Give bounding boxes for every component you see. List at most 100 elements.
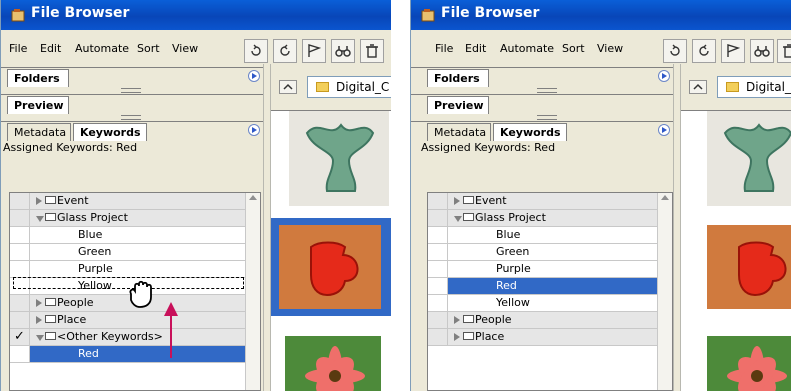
keywords-menu-icon[interactable] [658, 124, 670, 136]
flag-button[interactable] [302, 39, 326, 63]
thumbnail-green-vase[interactable] [707, 111, 791, 206]
keyword-row[interactable]: Green [10, 244, 246, 261]
keyword-row[interactable]: Yellow [428, 295, 664, 312]
keyword-set-row[interactable]: Event [428, 193, 664, 210]
keyword-checkbox[interactable] [10, 244, 30, 260]
collapsed-triangle-icon[interactable] [454, 316, 460, 324]
pane-resize-grip[interactable] [537, 88, 557, 93]
menu-sort[interactable]: Sort [562, 42, 585, 55]
vertical-splitter[interactable] [673, 64, 681, 391]
folders-menu-icon[interactable] [658, 70, 670, 82]
tab-metadata[interactable]: Metadata [427, 123, 491, 141]
expanded-triangle-icon[interactable] [36, 216, 44, 222]
keyword-set-row[interactable]: ✓ <Other Keywords> [10, 329, 246, 346]
search-button[interactable] [750, 39, 774, 63]
rotate-ccw-button[interactable] [663, 39, 687, 63]
thumbnail-flower[interactable] [707, 336, 791, 391]
menu-automate[interactable]: Automate [500, 42, 554, 55]
keyword-checkbox[interactable] [10, 210, 30, 226]
scroll-up-icon[interactable] [661, 195, 669, 200]
path-dropdown[interactable]: Digital_ [717, 76, 791, 98]
tab-keywords[interactable]: Keywords [73, 123, 147, 141]
folder-up-button[interactable] [689, 80, 707, 94]
rotate-cw-button[interactable] [273, 39, 297, 63]
search-button[interactable] [331, 39, 355, 63]
menu-view[interactable]: View [172, 42, 198, 55]
keyword-set-row[interactable]: Glass Project [10, 210, 246, 227]
thumbnail-red-pitcher[interactable] [279, 225, 381, 309]
pane-resize-grip[interactable] [121, 88, 141, 93]
flag-button[interactable] [721, 39, 745, 63]
thumbnail-green-vase[interactable] [289, 111, 389, 206]
keyword-checkbox[interactable]: ✓ [10, 346, 30, 362]
menu-automate[interactable]: Automate [75, 42, 129, 55]
delete-button[interactable] [777, 39, 791, 63]
keyword-checkbox[interactable] [428, 210, 448, 226]
thumbnail-red-pitcher[interactable] [707, 225, 791, 309]
menu-view[interactable]: View [597, 42, 623, 55]
menu-edit[interactable]: Edit [40, 42, 61, 55]
keyword-set-row[interactable]: Place [10, 312, 246, 329]
collapsed-triangle-icon[interactable] [36, 316, 42, 324]
expanded-triangle-icon[interactable] [454, 216, 462, 222]
keyword-checkbox[interactable] [428, 329, 448, 345]
pane-resize-grip[interactable] [537, 115, 557, 120]
scrollbar[interactable] [245, 193, 260, 390]
keyword-set-row[interactable]: Glass Project [428, 210, 664, 227]
menu-file[interactable]: File [9, 42, 27, 55]
binoculars-icon [335, 46, 351, 57]
keyword-checkbox[interactable] [428, 227, 448, 243]
keyword-row[interactable]: Purple [10, 261, 246, 278]
delete-button[interactable] [360, 39, 384, 63]
folders-menu-icon[interactable] [248, 70, 260, 82]
keyword-checkbox[interactable] [10, 227, 30, 243]
keyword-row[interactable]: ✓ Red [10, 346, 246, 363]
keyword-row[interactable]: Purple [428, 261, 664, 278]
keyword-set-row[interactable]: People [428, 312, 664, 329]
keyword-checkbox[interactable] [428, 193, 448, 209]
keywords-menu-icon[interactable] [248, 124, 260, 136]
keyword-set-row[interactable]: Event [10, 193, 246, 210]
scroll-up-icon[interactable] [249, 195, 257, 200]
pane-resize-grip[interactable] [121, 115, 141, 120]
tab-keywords[interactable]: Keywords [493, 123, 567, 141]
tab-folders[interactable]: Folders [427, 69, 489, 87]
rotate-ccw-button[interactable] [244, 39, 268, 63]
rotate-cw-button[interactable] [692, 39, 716, 63]
keyword-checkbox[interactable] [10, 295, 30, 311]
collapsed-triangle-icon[interactable] [36, 299, 42, 307]
tab-preview[interactable]: Preview [427, 96, 489, 114]
keyword-checkbox[interactable] [10, 312, 30, 328]
keyword-checkbox[interactable] [428, 261, 448, 277]
tab-preview[interactable]: Preview [7, 96, 69, 114]
keyword-checkbox[interactable] [10, 261, 30, 277]
keyword-row[interactable]: Blue [428, 227, 664, 244]
collapsed-triangle-icon[interactable] [454, 333, 460, 341]
menu-file[interactable]: File [435, 42, 453, 55]
thumbnail-flower[interactable] [285, 336, 381, 391]
window-title: File Browser [31, 5, 130, 21]
keyword-checkbox[interactable] [428, 295, 448, 311]
keyword-checkbox[interactable] [428, 312, 448, 328]
tab-metadata[interactable]: Metadata [7, 123, 71, 141]
keyword-checkbox[interactable]: ✓ [10, 329, 30, 345]
path-dropdown[interactable]: Digital_C [307, 76, 391, 98]
folder-up-button[interactable] [279, 80, 297, 94]
collapsed-triangle-icon[interactable] [36, 197, 42, 205]
keyword-row[interactable]: Blue [10, 227, 246, 244]
keyword-checkbox[interactable] [428, 244, 448, 260]
title-bar[interactable]: File Browser [411, 0, 791, 30]
tab-folders[interactable]: Folders [7, 69, 69, 87]
keyword-set-row[interactable]: Place [428, 329, 664, 346]
title-bar[interactable]: File Browser [1, 0, 391, 30]
keyword-row[interactable]: ✓ Red [428, 278, 664, 295]
collapsed-triangle-icon[interactable] [454, 197, 460, 205]
expanded-triangle-icon[interactable] [36, 335, 44, 341]
keyword-row[interactable]: Green [428, 244, 664, 261]
keyword-checkbox[interactable] [10, 193, 30, 209]
vertical-splitter[interactable] [263, 64, 271, 391]
keyword-checkbox[interactable]: ✓ [428, 278, 448, 294]
scrollbar[interactable] [657, 193, 672, 390]
menu-edit[interactable]: Edit [465, 42, 486, 55]
menu-sort[interactable]: Sort [137, 42, 160, 55]
